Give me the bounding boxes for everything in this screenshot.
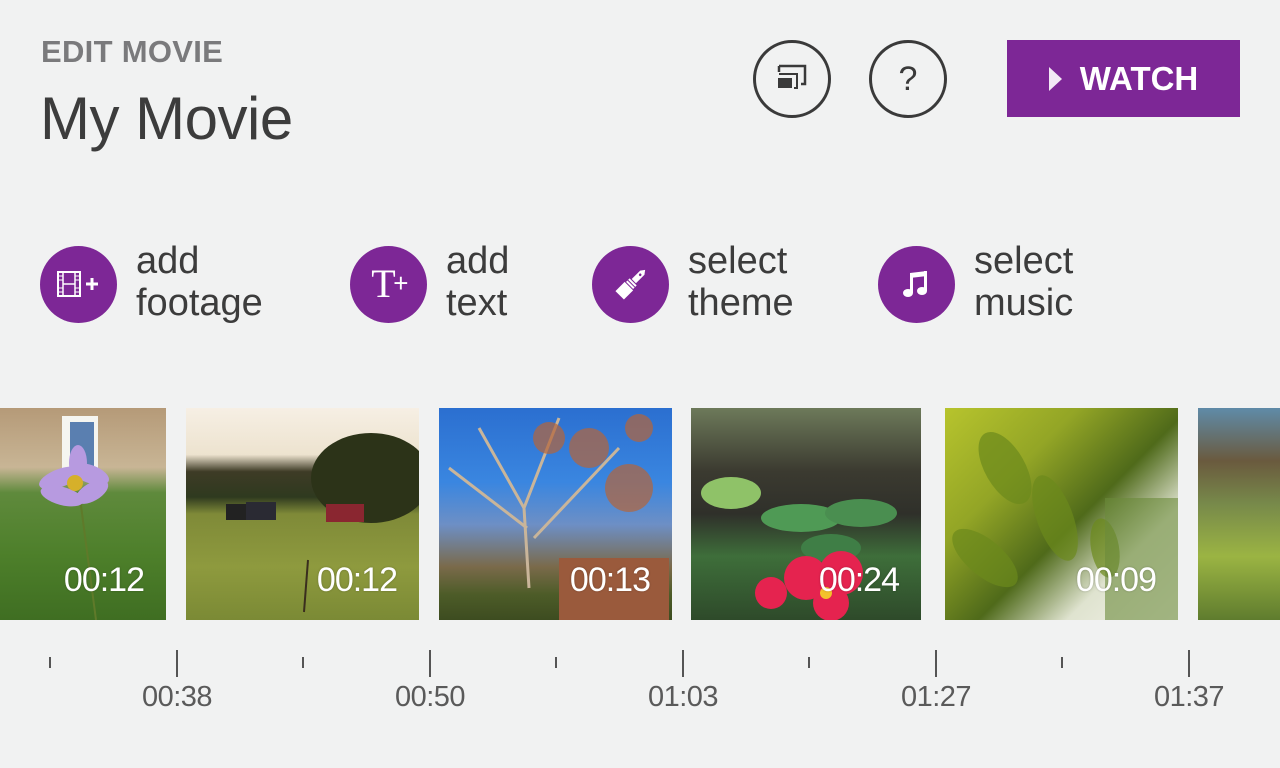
select-theme-label: select theme [688,240,794,324]
clip-thumbnail[interactable]: 00:12 [0,408,166,620]
major-tick [935,650,937,677]
clip-strip[interactable]: 00:12 00:12 00:13 00:24 00:09 [0,408,1280,621]
select-music-button[interactable]: select music [878,240,1073,324]
minor-tick [555,657,557,668]
label-line: music [974,282,1074,324]
plus-glyph: + [393,268,409,298]
minor-tick [1061,657,1063,668]
minor-tick [808,657,810,668]
clip-thumbnail[interactable] [1198,408,1280,620]
watch-label: WATCH [1079,59,1199,97]
label-line: footage [136,282,263,324]
clip-thumbnail[interactable]: 00:13 [439,408,672,620]
add-text-icon: T + [350,245,427,323]
add-text-label: add text [446,240,509,324]
watch-button[interactable]: WATCH [1007,40,1240,117]
label-line: select [688,240,788,282]
project-to-screen-icon [775,64,809,95]
time-label: 00:38 [141,681,213,713]
clip-duration: 00:24 [818,561,900,599]
clip-thumbnail[interactable]: 00:09 [945,408,1178,620]
movie-title[interactable]: My Movie [40,84,293,153]
add-footage-label: add footage [136,240,263,324]
label-line: add [136,240,200,282]
minor-tick [302,657,304,668]
minor-tick [49,657,51,668]
major-tick [682,650,684,677]
clip-duration: 00:13 [569,561,651,599]
add-footage-button[interactable]: add footage [40,240,263,324]
edit-movie-kicker: EDIT MOVIE [41,34,224,69]
label-line: text [446,282,508,324]
play-icon [1048,66,1062,91]
music-note-icon [878,245,955,323]
text-glyph: T [371,261,396,306]
time-label: 01:03 [647,681,719,713]
paintbrush-icon [592,245,669,323]
select-music-label: select music [974,240,1073,324]
label-line: add [446,240,510,282]
add-footage-icon [40,245,117,323]
clip-thumbnail[interactable]: 00:12 [186,408,419,620]
label-line: select [974,240,1074,282]
select-theme-button[interactable]: select theme [592,240,794,324]
add-text-button[interactable]: T + add text [350,240,509,324]
clip-duration: 00:09 [1075,561,1157,599]
major-tick [429,650,431,677]
clip-duration: 00:12 [63,561,145,599]
clip-duration: 00:12 [316,561,398,599]
time-label: 01:37 [1153,681,1225,713]
major-tick [176,650,178,677]
project-button[interactable] [753,40,831,118]
help-icon: ? [898,60,918,98]
clip-thumbnail[interactable]: 00:24 [691,408,921,620]
time-label: 00:50 [394,681,466,713]
label-line: theme [688,282,794,324]
timeline-ruler[interactable]: 00:38 00:50 01:03 01:27 01:37 [0,640,1280,720]
time-label: 01:27 [900,681,972,713]
major-tick [1188,650,1190,677]
help-button[interactable]: ? [869,40,947,118]
